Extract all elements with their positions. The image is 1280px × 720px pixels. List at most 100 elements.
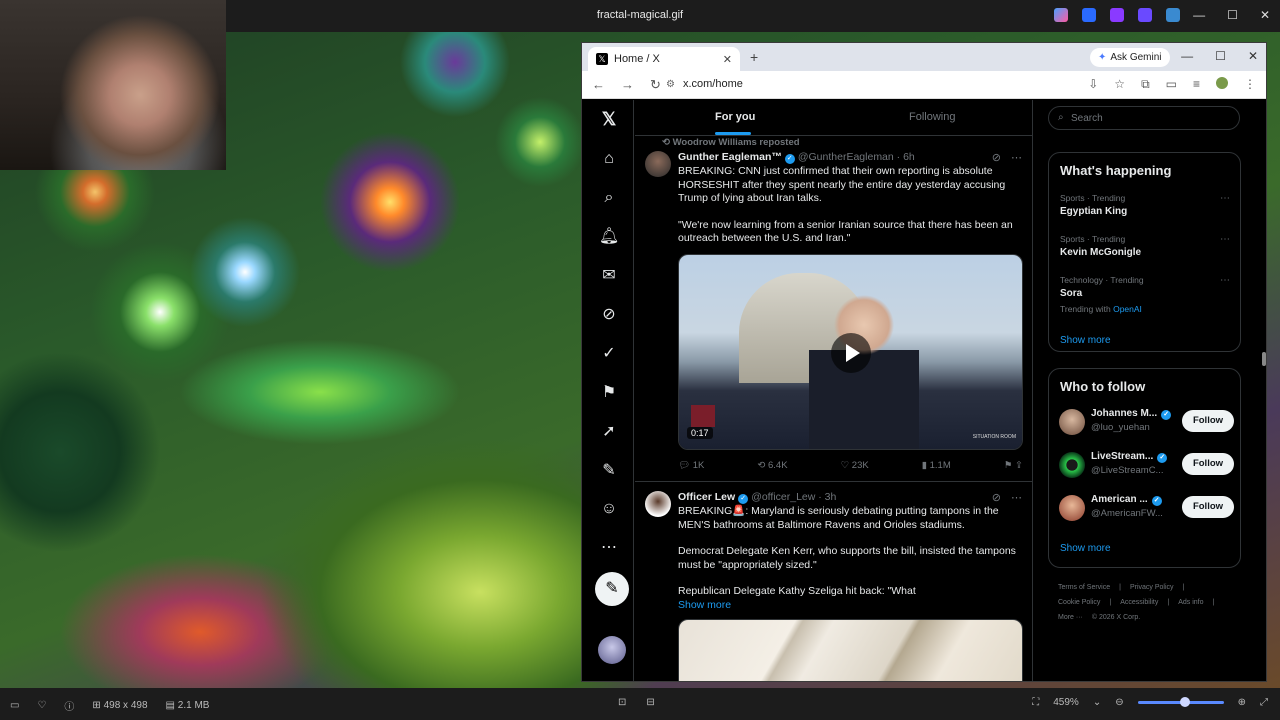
address-bar[interactable]: x.com/home <box>666 78 743 90</box>
tab-for-you[interactable]: For you <box>715 111 755 123</box>
filmstrip-icon[interactable]: ▭ <box>10 700 19 711</box>
browser-close-button[interactable]: ✕ <box>1248 49 1258 63</box>
bookmark-star-icon[interactable]: ☆ <box>1114 77 1125 92</box>
views-button[interactable]: ▮ 1.1M <box>922 460 951 471</box>
app-icon-purple[interactable] <box>1110 8 1124 22</box>
follow-suggestion[interactable]: LiveStream... ✓ @LiveStreamC... Follow <box>1059 450 1234 484</box>
follow-button[interactable]: Follow <box>1182 410 1234 432</box>
menu-kebab-icon[interactable]: ⋮ <box>1244 77 1256 92</box>
follow-suggestion[interactable]: Johannes M... ✓ @luo_yuehan Follow <box>1059 407 1234 441</box>
footer-link[interactable]: Ads info <box>1178 599 1203 606</box>
verified-orgs-icon[interactable]: ✓ <box>598 343 620 365</box>
trend-more-icon[interactable]: ⋯ <box>1220 234 1230 245</box>
scrollbar-thumb[interactable] <box>1262 352 1266 366</box>
bookmark-icon[interactable]: ⚑ <box>1004 460 1013 471</box>
trend-item[interactable]: Technology · Trending Sora Trending with… <box>1060 275 1230 314</box>
grok-post-icon[interactable]: ⊘ <box>992 491 1001 504</box>
show-more-link[interactable]: Show more <box>1060 543 1111 554</box>
reply-button[interactable]: 💬︎ 1K <box>678 460 704 471</box>
avatar[interactable] <box>645 491 671 517</box>
zoom-out-icon[interactable]: ⊖ <box>1115 697 1123 708</box>
cloud-icon[interactable] <box>1166 8 1180 22</box>
post-more-icon[interactable]: ⋯ <box>1011 491 1022 504</box>
reload-icon[interactable]: ↻ <box>650 77 661 93</box>
grok-post-icon[interactable]: ⊘ <box>992 151 1001 164</box>
new-tab-button[interactable]: + <box>750 49 758 65</box>
video-player[interactable]: 0:17 SITUATION ROOM <box>679 255 1022 449</box>
zoom-in-icon[interactable]: ⊕ <box>1238 697 1246 708</box>
fullscreen-icon[interactable]: ⤢ <box>1260 697 1268 708</box>
follow-button[interactable]: Follow <box>1182 496 1234 518</box>
show-more-link[interactable]: Show more <box>678 599 1018 613</box>
grok-icon[interactable]: ⊘ <box>598 304 620 326</box>
back-arrow-icon[interactable]: ← <box>592 77 605 93</box>
favorite-heart-icon[interactable]: ♡ <box>37 700 46 711</box>
account-handle[interactable]: @luo_yuehan <box>1091 422 1150 433</box>
app-icon-violet[interactable] <box>1138 8 1152 22</box>
forward-arrow-icon[interactable]: → <box>621 77 634 93</box>
account-name[interactable]: Johannes M... ✓ <box>1091 408 1172 420</box>
account-name[interactable]: American ... ✓ <box>1091 494 1162 506</box>
trend-more-icon[interactable]: ⋯ <box>1220 275 1230 286</box>
search-input[interactable]: ⌕ Search <box>1048 106 1240 130</box>
notifications-bell-icon[interactable]: 🔔︎ <box>598 226 620 248</box>
account-handle[interactable]: @LiveStreamC... <box>1091 465 1163 476</box>
install-app-icon[interactable]: ⇩ <box>1088 77 1098 92</box>
bookmarks-icon[interactable]: ⚑ <box>598 382 620 404</box>
premium-rocket-icon[interactable]: ➚ <box>598 421 620 443</box>
account-name[interactable]: LiveStream... ✓ <box>1091 451 1168 463</box>
trend-more-icon[interactable]: ⋯ <box>1220 193 1230 204</box>
zoom-slider[interactable] <box>1137 697 1224 707</box>
profile-icon[interactable]: ☺ <box>598 498 620 520</box>
browser-minimize-button[interactable]: — <box>1181 49 1193 63</box>
profile-avatar[interactable] <box>1216 77 1228 89</box>
post-image[interactable] <box>678 619 1023 681</box>
author-name[interactable]: Gunther Eagleman™ <box>678 151 782 163</box>
account-handle[interactable]: @AmericanFW... <box>1091 508 1163 519</box>
footer-link[interactable]: Accessibility <box>1120 599 1158 606</box>
footer-link[interactable]: Terms of Service <box>1058 584 1110 591</box>
author-handle[interactable]: @officer_Lew · 3h <box>751 491 836 503</box>
maximize-button[interactable]: ☐ <box>1227 8 1238 22</box>
extensions-icon[interactable]: ⧉ <box>1141 77 1150 92</box>
home-icon[interactable]: ⌂ <box>598 148 620 170</box>
minimize-button[interactable]: — <box>1193 8 1205 22</box>
tab-following[interactable]: Following <box>909 111 955 123</box>
articles-icon[interactable]: ✎ <box>598 460 620 482</box>
edit-icon[interactable]: ⊟ <box>646 697 654 708</box>
account-avatar[interactable] <box>598 636 626 664</box>
avatar[interactable] <box>645 151 671 177</box>
follow-suggestion[interactable]: American ... ✓ @AmericanFW... Follow <box>1059 493 1234 527</box>
follow-button[interactable]: Follow <box>1182 453 1234 475</box>
tab-close-icon[interactable]: ✕ <box>723 53 732 66</box>
close-button[interactable]: ✕ <box>1260 8 1270 22</box>
footer-link[interactable]: Cookie Policy <box>1058 599 1100 606</box>
trend-item[interactable]: Sports · Trending Egyptian King ⋯ <box>1060 193 1230 217</box>
browser-maximize-button[interactable]: ☐ <box>1215 49 1226 63</box>
footer-link[interactable]: More ··· <box>1058 614 1083 621</box>
show-more-link[interactable]: Show more <box>1060 335 1111 346</box>
repost-button[interactable]: ⟲ 6.4K <box>757 460 787 471</box>
crop-icon[interactable]: ⊡ <box>618 697 626 708</box>
media-icon[interactable]: ≡ <box>1193 77 1200 92</box>
play-icon[interactable] <box>831 333 871 373</box>
share-icon[interactable]: ⇪ <box>1015 460 1023 471</box>
author-handle[interactable]: @GuntherEagleman · 6h <box>798 151 915 163</box>
zoom-level[interactable]: 459% <box>1053 697 1079 708</box>
post-compose-button[interactable]: ✎ <box>595 572 629 606</box>
trend-item[interactable]: Sports · Trending Kevin McGonigle ⋯ <box>1060 234 1230 258</box>
trend-context-link[interactable]: OpenAI <box>1113 304 1142 314</box>
footer-link[interactable]: Privacy Policy <box>1130 584 1174 591</box>
post-more-icon[interactable]: ⋯ <box>1011 151 1022 164</box>
post-gunther[interactable]: ⟲ Woodrow Williams reposted Gunther Eagl… <box>635 137 1032 482</box>
chevron-down-icon[interactable]: ⌄ <box>1093 697 1101 708</box>
post-officer-lew[interactable]: Officer Lew ✓ @officer_Lew · 3h ⊘ ⋯ BREAKI… <box>635 483 1032 681</box>
like-button[interactable]: ♡ 23K <box>841 460 869 471</box>
explore-search-icon[interactable]: ⌕ <box>598 187 620 209</box>
info-icon[interactable]: ⓘ <box>64 698 74 713</box>
tab-home-x[interactable]: 𝕏 Home / X ✕ <box>588 47 740 71</box>
avatar[interactable] <box>1059 452 1085 478</box>
author-name[interactable]: Officer Lew <box>678 491 735 503</box>
more-options-icon[interactable]: ⋯ <box>598 537 620 559</box>
avatar[interactable] <box>1059 495 1085 521</box>
